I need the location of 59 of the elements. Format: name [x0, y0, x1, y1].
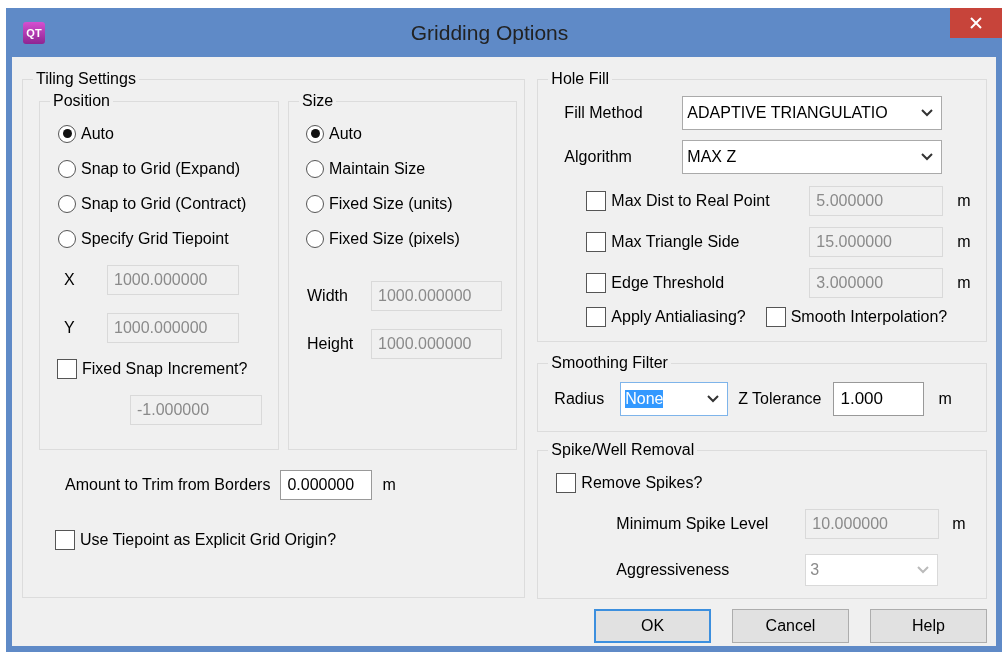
dropdown[interactable]: ADAPTIVE TRIANGULATIO	[682, 96, 943, 130]
dropdown[interactable]: MAX Z	[682, 140, 943, 174]
group-title: Position	[52, 92, 111, 110]
radio-button[interactable]	[306, 229, 324, 248]
dialog-button[interactable]: Cancel	[732, 609, 849, 643]
field-label: X	[63, 271, 76, 289]
close-icon	[970, 17, 982, 29]
unit-label: m	[382, 476, 396, 494]
radio-button[interactable]	[58, 194, 76, 213]
option-label[interactable]: Snap to Grid (Contract)	[81, 194, 247, 213]
group-title: Tiling Settings	[35, 70, 137, 88]
option-label[interactable]: Fixed Size (units)	[329, 194, 453, 213]
field-label: Algorithm	[564, 148, 633, 166]
checkbox[interactable]: Smooth Interpolation?	[765, 307, 948, 327]
field-label: Radius	[554, 390, 605, 408]
group-title: Smoothing Filter	[550, 354, 669, 372]
text-field[interactable]: 0.000000	[280, 470, 373, 500]
chevron-down-icon	[921, 153, 934, 161]
close-button[interactable]	[950, 8, 1002, 38]
option-label[interactable]: Auto	[81, 124, 114, 143]
option-label[interactable]: Specify Grid Tiepoint	[81, 229, 229, 248]
radio-button[interactable]	[58, 159, 76, 178]
group-title: Size	[301, 92, 335, 110]
radio-button[interactable]	[306, 124, 324, 143]
field-label: Aggressiveness	[616, 561, 731, 579]
unit-label: m	[956, 233, 972, 251]
field-label: Height	[306, 335, 355, 353]
unit-label: m	[956, 274, 972, 292]
option-label[interactable]: Maintain Size	[329, 159, 426, 178]
unit-label: m	[938, 390, 952, 408]
option-label[interactable]: Fixed Size (pixels)	[329, 229, 460, 248]
option-label[interactable]: Auto	[329, 124, 362, 143]
checkbox[interactable]: Remove Spikes?	[556, 473, 986, 493]
field-label: Y	[63, 319, 76, 337]
dialog-button[interactable]: Help	[870, 609, 987, 643]
dialog-button[interactable]: OK	[594, 609, 711, 643]
checkbox[interactable]: Apply Antialiasing?	[586, 307, 746, 327]
field-label: Amount to Trim from Borders	[65, 476, 271, 494]
radio-button[interactable]	[306, 159, 324, 178]
field-label: Minimum Spike Level	[616, 515, 770, 533]
option-label[interactable]: Snap to Grid (Expand)	[81, 159, 241, 178]
radio-button[interactable]	[58, 229, 76, 248]
chevron-down-icon	[921, 109, 934, 117]
group-title: Spike/Well Removal	[550, 441, 696, 459]
radio-button[interactable]	[306, 194, 324, 213]
radio-button[interactable]	[58, 124, 76, 143]
chevron-down-icon	[917, 566, 930, 574]
checkbox[interactable]: Use Tiepoint as Explicit Grid Origin?	[55, 530, 525, 550]
unit-label: m	[956, 192, 972, 210]
chevron-down-icon	[707, 395, 720, 403]
app-icon: QT	[23, 21, 45, 44]
checkbox[interactable]: Fixed Snap Increment?	[57, 359, 278, 379]
unit-label: m	[951, 515, 967, 533]
window-title: Gridding Options	[410, 20, 569, 45]
group-title: Hole Fill	[550, 70, 611, 88]
field-label: Width	[306, 287, 349, 305]
text-field[interactable]: 1.000	[833, 382, 925, 416]
field-label: Z Tolerance	[738, 390, 822, 408]
field-label: Fill Method	[564, 104, 644, 122]
